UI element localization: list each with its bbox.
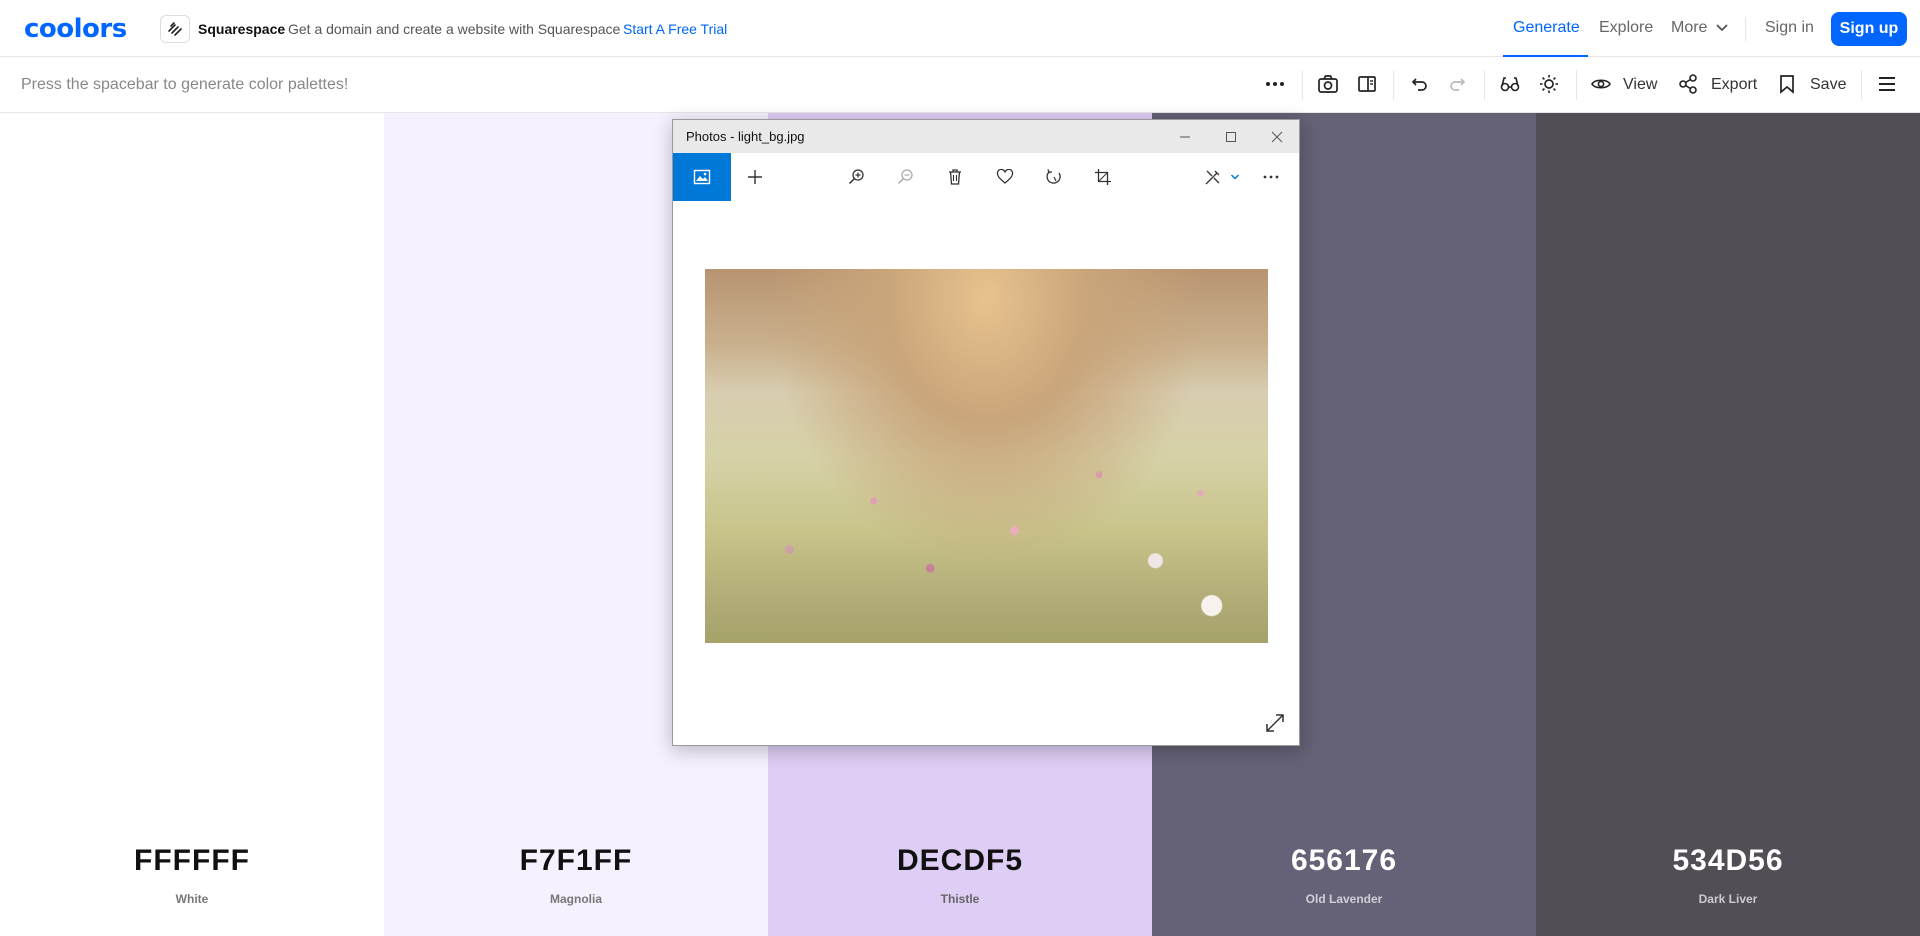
export-button[interactable]: Export: [1711, 76, 1757, 94]
bookmark-icon[interactable]: [1775, 72, 1799, 96]
window-title: Photos - light_bg.jpg: [686, 129, 805, 144]
maximize-icon[interactable]: [1208, 120, 1254, 153]
nav-more[interactable]: More: [1671, 19, 1729, 37]
color-name: White: [175, 892, 209, 906]
color-hex[interactable]: FFFFFF: [0, 844, 384, 878]
ad-cta-link[interactable]: Start A Free Trial: [623, 21, 727, 37]
rotate-icon[interactable]: [1042, 165, 1066, 189]
photos-window: Photos - light_bg.jpg: [672, 119, 1300, 746]
heart-icon[interactable]: [993, 165, 1017, 189]
undo-icon[interactable]: [1407, 72, 1431, 96]
crop-icon[interactable]: [1091, 165, 1115, 189]
color-hex[interactable]: DECDF5: [768, 844, 1152, 878]
sign-up-button[interactable]: Sign up: [1831, 12, 1907, 46]
nav-more-label: More: [1671, 19, 1708, 36]
expand-icon[interactable]: [1263, 711, 1287, 735]
window-titlebar[interactable]: Photos - light_bg.jpg: [673, 120, 1299, 153]
ad-text: Get a domain and create a website with S…: [288, 21, 621, 37]
more-dots-icon[interactable]: [1259, 165, 1283, 189]
more-dots-icon[interactable]: [1263, 72, 1287, 96]
toolbar-divider: [1861, 70, 1862, 100]
view-button[interactable]: View: [1623, 76, 1657, 94]
nav-divider: [1745, 17, 1746, 41]
photo-image[interactable]: [705, 269, 1268, 643]
coolors-logo[interactable]: coolors: [24, 14, 127, 44]
color-name: Thistle: [940, 892, 980, 906]
toolbar-divider: [1393, 70, 1394, 100]
delete-icon[interactable]: [943, 165, 967, 189]
color-hex[interactable]: 534D56: [1536, 844, 1920, 878]
add-icon[interactable]: [743, 165, 767, 189]
photos-toolbar: [673, 153, 1299, 201]
zoom-out-icon[interactable]: [894, 165, 918, 189]
save-button[interactable]: Save: [1810, 76, 1846, 94]
color-hex[interactable]: F7F1FF: [384, 844, 768, 878]
hamburger-menu-icon[interactable]: [1875, 72, 1899, 96]
sidebar-layout-icon[interactable]: [1355, 72, 1379, 96]
nav-generate[interactable]: Generate: [1513, 19, 1580, 37]
color-name: Old Lavender: [1305, 892, 1383, 906]
color-column-5[interactable]: 534D56 Dark Liver: [1536, 113, 1920, 936]
chevron-down-icon[interactable]: [1223, 165, 1247, 189]
edit-icon[interactable]: [1201, 165, 1225, 189]
color-column-1[interactable]: FFFFFF White: [0, 113, 384, 936]
chevron-down-icon: [1716, 24, 1729, 32]
nav-sign-in[interactable]: Sign in: [1765, 19, 1814, 37]
toolbar-divider: [1576, 70, 1577, 100]
minimize-icon[interactable]: [1162, 120, 1208, 153]
redo-icon[interactable]: [1446, 72, 1470, 96]
color-hex[interactable]: 656176: [1152, 844, 1536, 878]
top-navigation: coolors Squarespace Get a domain and cre…: [0, 0, 1920, 57]
zoom-in-icon[interactable]: [845, 165, 869, 189]
sun-icon[interactable]: [1537, 72, 1561, 96]
ad-brand: Squarespace: [198, 21, 286, 37]
close-icon[interactable]: [1254, 120, 1300, 153]
color-name: Dark Liver: [1698, 892, 1758, 906]
share-icon[interactable]: [1676, 72, 1700, 96]
glasses-icon[interactable]: [1498, 72, 1522, 96]
color-name: Magnolia: [549, 892, 602, 906]
eye-icon[interactable]: [1589, 72, 1613, 96]
toolbar-divider: [1484, 70, 1485, 100]
spacebar-hint: Press the spacebar to generate color pal…: [21, 76, 349, 93]
nav-explore[interactable]: Explore: [1599, 19, 1653, 37]
toolbar-divider: [1302, 70, 1303, 100]
squarespace-logo-icon[interactable]: [160, 15, 190, 43]
image-icon[interactable]: [673, 153, 731, 201]
camera-icon[interactable]: [1316, 72, 1340, 96]
